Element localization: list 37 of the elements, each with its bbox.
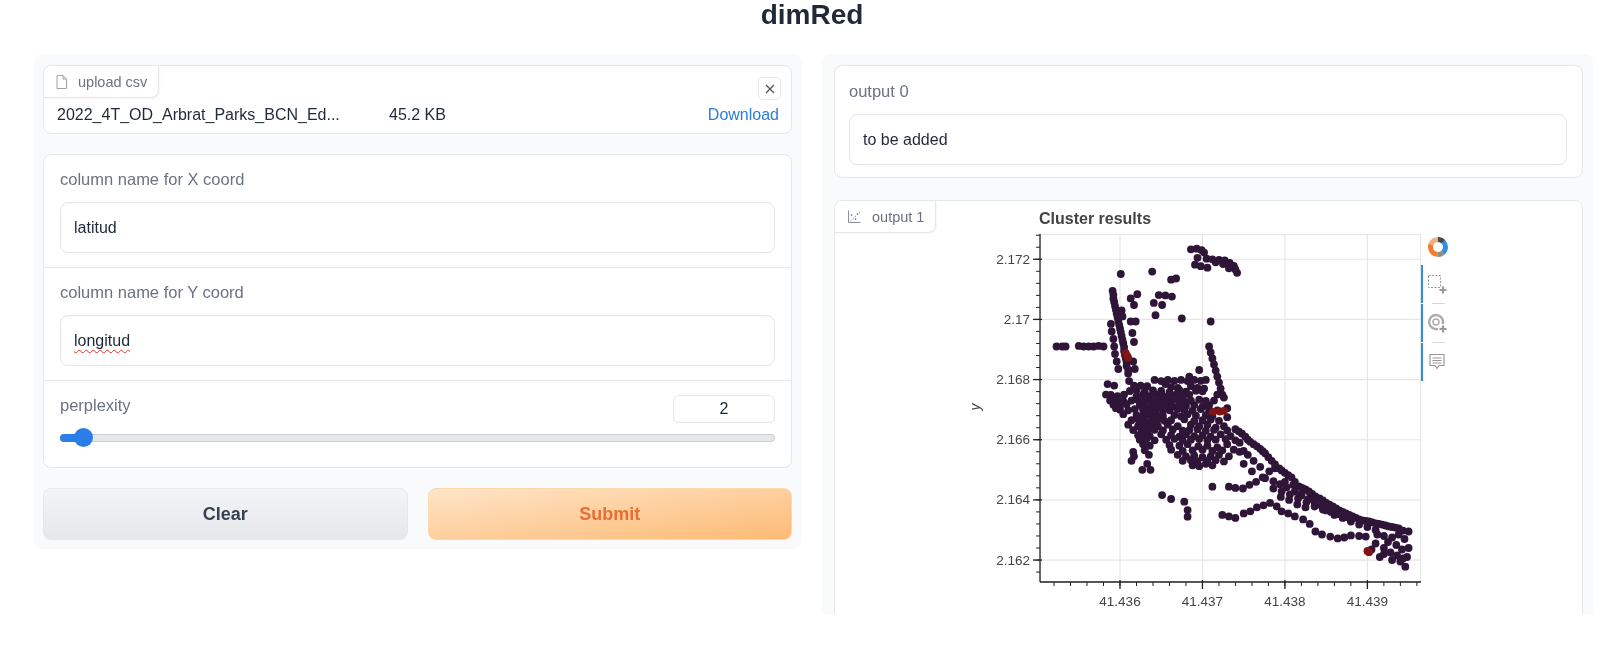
tick-label: 2.168 [996,372,1030,388]
file-name: 2022_4T_OD_Arbrat_Parks_BCN_Ed... [57,106,341,124]
close-icon [764,83,775,94]
slider-track[interactable] [60,428,775,447]
tick-label: 2.172 [996,251,1030,267]
tick-label: 2.162 [996,552,1030,568]
text-input[interactable]: latitud [60,202,775,253]
download-link[interactable]: Download [707,106,779,124]
chart-icon [847,209,861,224]
output-label: output 1 [872,208,925,225]
speech-bubble-icon [1428,353,1446,371]
field-label: column name for X coord [60,169,245,189]
output-label: output 0 [849,81,909,101]
tick-label: 41.437 [1181,594,1224,609]
dashed-square-plus-icon [1427,274,1447,294]
logo-icon[interactable] [1426,235,1450,259]
close-button[interactable] [758,77,781,100]
output-textbox[interactable]: to be added [849,114,1567,165]
axis-label: y [967,403,983,411]
clear-button[interactable]: Clear [43,488,408,540]
field-label: column name for Y coord [60,282,244,302]
tick-label: 2.17 [1003,311,1030,327]
file-size: 45.2 KB [389,106,446,124]
tick-label: 41.438 [1264,594,1306,609]
file-icon [56,74,67,89]
tick-label: 41.436 [1099,594,1141,609]
app-title: dimRed [760,0,864,30]
field-label: perplexity [60,395,131,415]
tick-label: 2.166 [996,432,1030,448]
text-input[interactable]: longitud [60,315,775,366]
number-input[interactable]: 2 [673,395,775,423]
field-label: upload csv [78,73,148,90]
tick-label: 2.164 [996,492,1030,508]
tick-label: 41.439 [1346,594,1389,609]
chart-title: Cluster results [1039,210,1152,227]
slider-thumb[interactable] [73,428,93,447]
ring-plus-icon [1427,313,1447,333]
